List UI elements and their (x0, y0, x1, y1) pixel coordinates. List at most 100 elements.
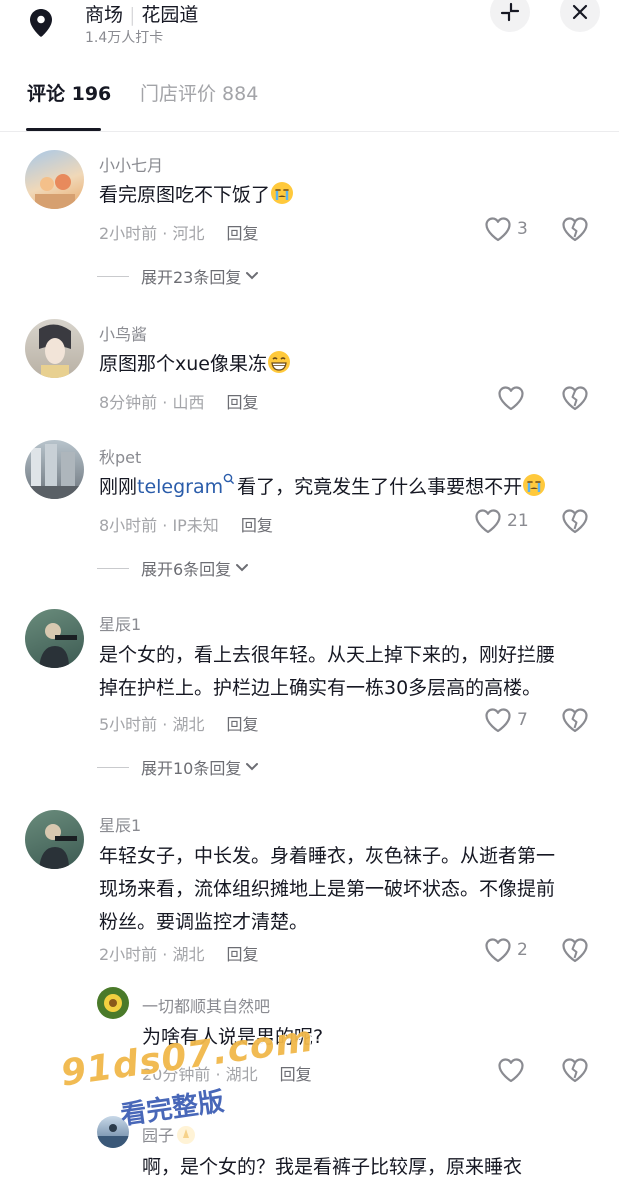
like-button[interactable]: 2 (484, 937, 528, 963)
comment-text-line: 是个女的，看上去很年轻。从天上掉下来的，刚好拦腰 (99, 644, 556, 666)
expand-replies-button[interactable]: 展开6条回复 (97, 556, 249, 580)
tab-store-reviews[interactable]: 门店评价 884 (140, 79, 258, 106)
comment-time-location: 5小时前 · 湖北 (99, 715, 205, 734)
dislike-icon[interactable] (561, 706, 589, 734)
like-count: 7 (517, 710, 528, 730)
place-category: 商场 (85, 4, 124, 26)
dislike-icon[interactable] (561, 215, 589, 243)
search-icon[interactable] (223, 473, 235, 487)
heart-icon (484, 216, 512, 242)
expand-replies-button[interactable]: 展开10条回复 (97, 755, 259, 779)
like-count: 21 (507, 511, 529, 531)
tab-comments[interactable]: 评论 196 (27, 79, 111, 106)
expand-replies-label: 展开6条回复 (141, 560, 232, 579)
comment-username[interactable]: 星辰1 (99, 611, 141, 635)
comment-time-location: 2小时前 · 河北 (99, 224, 205, 243)
location-pin-icon (30, 9, 52, 37)
avatar-image (39, 623, 77, 668)
place-name: 花园道 (141, 4, 199, 26)
location-header: 商场 | 花园道 1.4万人打卡 (0, 0, 619, 60)
reply-button[interactable]: 回复 (241, 516, 273, 535)
comment-username[interactable]: 星辰1 (99, 812, 141, 836)
expand-divider-line (97, 766, 129, 768)
comment-text-line: 年轻女子，中长发。身着睡衣，灰色袜子。从逝者第一 (99, 845, 556, 867)
like-button[interactable] (497, 385, 525, 411)
reply-username-text[interactable]: 园子 (142, 1126, 174, 1145)
reply-button[interactable]: 回复 (226, 393, 258, 412)
praying-hands-emoji-icon (177, 1126, 196, 1144)
dislike-icon[interactable] (561, 936, 589, 964)
heart-icon (497, 1057, 525, 1083)
dislike-icon[interactable] (561, 384, 589, 412)
like-button[interactable]: 3 (484, 216, 528, 242)
expand-replies-label: 展开23条回复 (141, 268, 242, 287)
crying-emoji-icon (271, 182, 294, 204)
search-link[interactable]: telegram (137, 476, 223, 498)
comment-text: 看完原图吃不下饭了 (99, 179, 599, 212)
comment-text-line: 现场来看，流体组织摊地上是第一破坏状态。不像提前 (99, 878, 556, 900)
avatar[interactable] (25, 440, 84, 499)
avatar[interactable] (25, 810, 84, 869)
comment-meta: 5小时前 · 湖北 回复 (99, 711, 258, 735)
chevron-down-icon (245, 762, 259, 772)
avatar[interactable] (25, 150, 84, 209)
comment-text-body: 原图那个xue像果冻 (99, 353, 267, 375)
close-button[interactable] (560, 0, 600, 32)
reply-username[interactable]: 一切都顺其自然吧 (142, 993, 270, 1017)
like-button[interactable] (497, 1057, 525, 1083)
comment-text: 是个女的，看上去很年轻。从天上掉下来的，刚好拦腰 掉在护栏上。护栏边上确实有一栋… (99, 639, 599, 705)
avatar-image (104, 994, 122, 1012)
dislike-icon[interactable] (561, 1056, 589, 1084)
like-count: 2 (517, 940, 528, 960)
avatar[interactable] (97, 987, 129, 1019)
reply-text: 啊，是个女的？我是看裤子比较厚，原来睡衣 (142, 1156, 523, 1178)
expand-replies-button[interactable]: 展开23条回复 (97, 264, 259, 288)
chevron-down-icon (245, 271, 259, 281)
watermark-caption: 看完整版 (118, 1086, 226, 1132)
avatar-image (35, 174, 75, 209)
comment-time-location: 8分钟前 · 山西 (99, 393, 205, 412)
like-button[interactable]: 7 (484, 707, 528, 733)
comment-username[interactable]: 小小七月 (99, 152, 163, 176)
comment-text-before: 刚刚 (99, 476, 138, 498)
comment-username[interactable]: 小鸟酱 (99, 321, 147, 345)
heart-icon (484, 707, 512, 733)
dislike-icon[interactable] (561, 507, 589, 535)
like-button[interactable]: 21 (474, 508, 529, 534)
place-title[interactable]: 商场 | 花园道 (85, 0, 198, 27)
comment-text-after: 看了，究竟发生了什么事要想不开 (237, 476, 523, 498)
comment-meta: 8分钟前 · 山西 回复 (99, 389, 258, 413)
crying-emoji-icon (523, 474, 546, 496)
comment-text-body: 看完原图吃不下饭了 (99, 184, 271, 206)
avatar-image (39, 324, 71, 378)
grin-emoji-icon (267, 351, 290, 373)
comment-time-location: 8小时前 · IP未知 (99, 516, 219, 535)
reply-button[interactable]: 回复 (280, 1065, 312, 1084)
reply-button[interactable]: 回复 (226, 224, 258, 243)
collapse-button[interactable] (490, 0, 530, 32)
active-tab-indicator (26, 128, 101, 131)
comment-meta: 2小时前 · 湖北 回复 (99, 941, 258, 965)
checkin-count: 1.4万人打卡 (85, 30, 164, 46)
expand-divider-line (97, 567, 129, 569)
avatar-image (25, 444, 84, 499)
comment-text-line: 粉丝。要调监控才清楚。 (99, 911, 309, 933)
chevron-down-icon (235, 563, 249, 573)
reply-button[interactable]: 回复 (226, 715, 258, 734)
comment-meta: 2小时前 · 河北 回复 (99, 220, 258, 244)
heart-icon (497, 385, 525, 411)
close-icon (572, 4, 588, 20)
reply-button[interactable]: 回复 (226, 945, 258, 964)
avatar-image (39, 824, 77, 869)
comment-username[interactable]: 秋pet (99, 444, 141, 468)
like-count: 3 (517, 219, 528, 239)
avatar[interactable] (25, 609, 84, 668)
collapse-icon (500, 2, 520, 22)
comment-time-location: 2小时前 · 湖北 (99, 945, 205, 964)
comment-text-line: 掉在护栏上。护栏边上确实有一栋30多层高的高楼。 (99, 677, 542, 699)
comment-meta: 8小时前 · IP未知 回复 (99, 512, 273, 536)
title-divider: | (129, 4, 136, 26)
avatar[interactable] (25, 319, 84, 378)
comment-text: 原图那个xue像果冻 (99, 348, 599, 381)
comment-text: 年轻女子，中长发。身着睡衣，灰色袜子。从逝者第一 现场来看，流体组织摊地上是第一… (99, 840, 599, 939)
